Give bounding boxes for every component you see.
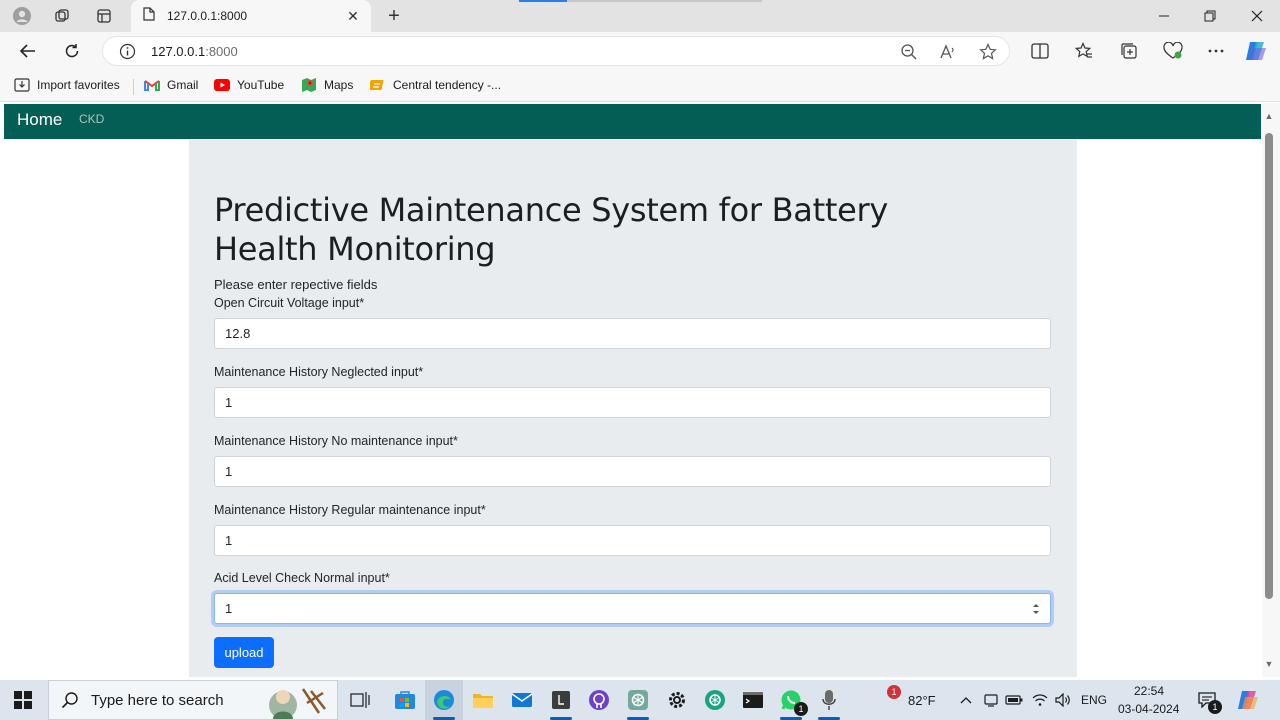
bookmark-icon (370, 77, 386, 93)
url-text: 127.0.0.1:8000 (151, 44, 238, 59)
close-tab-icon[interactable]: ✕ (345, 8, 361, 25)
device-icon[interactable] (981, 680, 1001, 720)
profile-icon[interactable] (8, 4, 36, 28)
youtube-icon (214, 77, 230, 93)
form-instructions: Please enter repective fields (214, 277, 378, 292)
microphone-icon[interactable] (810, 680, 848, 720)
whatsapp-badge: 1 (794, 702, 808, 716)
maps-icon (301, 77, 317, 93)
favorites-divider (133, 79, 134, 95)
loading-indicator (519, 0, 567, 2)
settings-gear-icon[interactable] (658, 680, 696, 720)
form-jumbotron: Predictive Maintenance System for Batter… (189, 140, 1077, 677)
search-icon (61, 691, 79, 709)
site-info-icon[interactable] (119, 43, 136, 65)
notification-badge: 1 (1208, 700, 1222, 714)
browser-tab[interactable]: 127.0.0.1:8000 ✕ (131, 0, 371, 32)
close-window-icon[interactable] (1234, 0, 1280, 32)
notifications-icon[interactable]: 1 (1193, 680, 1222, 720)
page-title: Predictive Maintenance System for Batter… (214, 191, 888, 268)
copilot-icon[interactable] (1244, 40, 1268, 62)
favorite-central-tendency[interactable]: Central tendency -... (370, 77, 501, 93)
wifi-icon[interactable] (1030, 680, 1050, 720)
workspaces-icon[interactable] (48, 4, 76, 28)
regular-maintenance-input[interactable]: 1 (214, 525, 1051, 556)
edge-taskbar-icon[interactable] (425, 680, 463, 720)
no-maintenance-label: Maintenance History No maintenance input… (214, 434, 458, 448)
scroll-up-icon[interactable]: ▲ (1264, 111, 1274, 121)
tab-actions-icon[interactable] (90, 4, 118, 28)
browser-essentials-icon[interactable] (1161, 40, 1185, 62)
refresh-icon[interactable] (58, 38, 86, 64)
new-tab-button[interactable]: + (382, 4, 406, 28)
number-spinner-icon[interactable] (1032, 602, 1040, 616)
weather-icon[interactable]: 1 (870, 680, 901, 720)
nav-link-ckd[interactable]: CKD (79, 112, 104, 126)
mail-icon[interactable] (503, 680, 541, 720)
favorites-icon[interactable] (1072, 40, 1096, 62)
github-icon[interactable] (580, 680, 618, 720)
store-icon[interactable] (386, 680, 424, 720)
volume-icon[interactable] (1053, 680, 1073, 720)
tab-strip: 127.0.0.1:8000 ✕ + (0, 0, 1280, 32)
minimize-icon[interactable] (1141, 0, 1187, 32)
address-bar[interactable]: 127.0.0.1:8000 (102, 36, 1010, 66)
app-navbar: Home CKD (4, 104, 1261, 139)
read-aloud-icon[interactable] (939, 43, 957, 61)
page-scrollbar[interactable]: ▲ ▼ (1262, 103, 1280, 677)
copilot-taskbar-icon[interactable] (1232, 680, 1264, 720)
acid-level-input[interactable]: 1 (214, 593, 1051, 624)
import-icon (14, 77, 30, 93)
regular-maintenance-label: Maintenance History Regular maintenance … (214, 503, 486, 517)
back-icon[interactable] (14, 38, 42, 64)
chatgpt-icon[interactable] (619, 680, 657, 720)
file-explorer-icon[interactable] (464, 680, 502, 720)
page-viewport: Home CKD Predictive Maintenance System f… (0, 103, 1280, 677)
favorite-star-icon[interactable] (979, 43, 997, 61)
voltage-input[interactable]: 12.8 (214, 318, 1051, 349)
favorite-maps[interactable]: Maps (301, 77, 353, 93)
clock-time[interactable]: 22:54 (1134, 684, 1164, 698)
neglected-input[interactable]: 1 (214, 387, 1051, 418)
favorite-gmail[interactable]: Gmail (144, 77, 198, 93)
collections-icon[interactable] (1117, 40, 1141, 62)
split-screen-icon[interactable] (1028, 40, 1052, 62)
favorite-youtube[interactable]: YouTube (214, 77, 284, 93)
scrollbar-thumb[interactable] (1265, 133, 1273, 599)
neglected-label: Maintenance History Neglected input* (214, 365, 424, 379)
voltage-label: Open Circuit Voltage input* (214, 296, 365, 310)
whatsapp-icon[interactable]: 1 (772, 680, 810, 720)
tab-title: 127.0.0.1:8000 (167, 9, 248, 23)
language-indicator[interactable]: ENG (1081, 693, 1107, 707)
no-maintenance-input[interactable]: 1 (214, 456, 1051, 487)
command-prompt-icon[interactable] (734, 680, 772, 720)
task-view-icon[interactable] (341, 680, 379, 720)
acid-level-label: Acid Level Check Normal input* (214, 571, 390, 585)
taskbar-search[interactable]: Type here to search (48, 680, 338, 720)
favorite-import[interactable]: Import favorites (14, 77, 120, 93)
scroll-down-icon[interactable]: ▼ (1264, 659, 1274, 669)
weather-temperature[interactable]: 82°F (908, 693, 936, 708)
more-options-icon[interactable] (1204, 40, 1228, 62)
navbar-brand[interactable]: Home (17, 110, 62, 130)
terminal-l-icon[interactable] (542, 680, 580, 720)
gmail-icon (144, 77, 160, 93)
battery-icon[interactable] (1004, 680, 1024, 720)
windows-start-icon[interactable] (4, 680, 42, 720)
favorites-bar: Import favorites Gmail YouTube Maps Cent… (0, 70, 1280, 102)
search-highlight-icon (261, 683, 333, 720)
taskbar: Type here to search 1 1 82°F ENG 22:54 0… (0, 680, 1280, 720)
restore-icon[interactable] (1187, 0, 1233, 32)
weather-badge: 1 (887, 685, 901, 699)
upload-button[interactable]: upload (214, 637, 274, 668)
loading-track (567, 0, 762, 2)
show-hidden-icons-icon[interactable] (956, 680, 976, 720)
address-bar-row: 127.0.0.1:8000 (0, 32, 1280, 70)
zoom-out-icon[interactable] (900, 43, 918, 61)
page-icon (143, 6, 155, 26)
clock-date[interactable]: 03-04-2024 (1118, 702, 1179, 716)
openai-icon[interactable] (696, 680, 734, 720)
